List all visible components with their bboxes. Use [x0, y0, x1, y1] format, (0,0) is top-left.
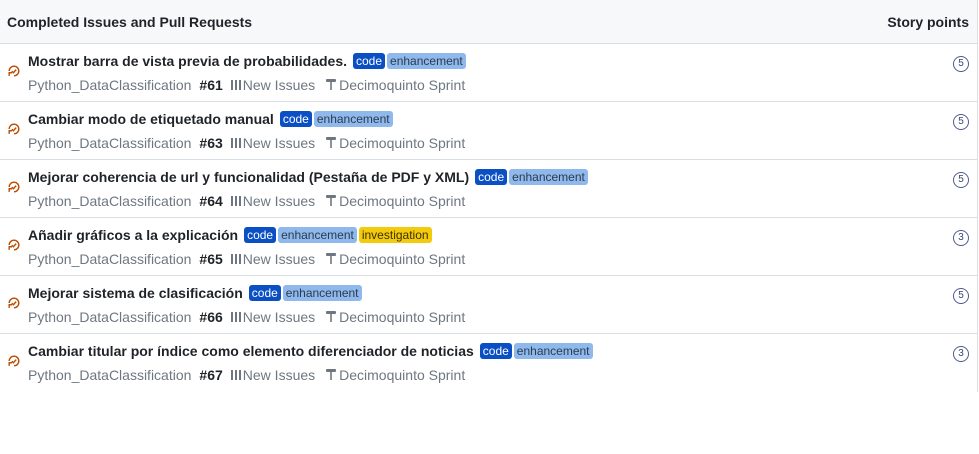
issue-title[interactable]: Mejorar sistema de clasificación [28, 285, 243, 301]
issue-repo[interactable]: Python_DataClassification [28, 367, 191, 383]
issue-row[interactable]: Mejorar sistema de clasificación code enha… [0, 276, 977, 334]
issue-repo[interactable]: Python_DataClassification [28, 251, 191, 267]
issue-meta-line: Python_DataClassification #63 New Issues De… [28, 135, 465, 151]
label-enhancement[interactable]: enhancement [282, 285, 362, 301]
label-enhancement[interactable]: enhancement [313, 111, 393, 127]
issue-title-line: Mejorar coherencia de url y funcionalida… [28, 169, 590, 185]
label-code[interactable]: code [475, 169, 508, 185]
closed-issue-icon [7, 64, 21, 78]
issue-milestone[interactable]: Decimoquinto Sprint [339, 77, 465, 93]
label-investigation[interactable]: investigation [358, 227, 432, 243]
issue-row[interactable]: Cambiar titular por índice como elemento… [0, 334, 977, 392]
story-points-badge: 5 [953, 114, 969, 130]
issue-milestone[interactable]: Decimoquinto Sprint [339, 193, 465, 209]
milestone-icon [325, 309, 337, 325]
milestone-icon [325, 77, 337, 93]
milestone-icon [325, 367, 337, 383]
closed-issue-icon [7, 354, 21, 368]
issue-meta-line: Python_DataClassification #65 New Issues De… [28, 251, 465, 267]
project-column-icon [230, 367, 241, 383]
label-code[interactable]: code [479, 343, 512, 359]
issue-title-line: Mejorar sistema de clasificación code enha… [28, 285, 364, 301]
issue-row[interactable]: Mostrar barra de vista previa de probabi… [0, 44, 977, 102]
issue-number[interactable]: #64 [199, 193, 222, 209]
issue-milestone[interactable]: Decimoquinto Sprint [339, 309, 465, 325]
closed-issue-icon [7, 296, 21, 310]
project-column-icon [230, 251, 241, 267]
label-code[interactable]: code [279, 111, 312, 127]
milestone-icon [325, 135, 337, 151]
story-points-badge: 3 [953, 230, 969, 246]
issue-row[interactable]: Cambiar modo de etiquetado manual code enh… [0, 102, 977, 160]
issue-number[interactable]: #66 [199, 309, 222, 325]
issue-meta-line: Python_DataClassification #64 New Issues De… [28, 193, 465, 209]
issue-pipeline: New Issues [242, 135, 316, 151]
issue-repo[interactable]: Python_DataClassification [28, 193, 191, 209]
issue-pipeline: New Issues [242, 251, 316, 267]
label-code[interactable]: code [248, 285, 281, 301]
issue-pipeline: New Issues [242, 367, 316, 383]
issue-title-line: Cambiar modo de etiquetado manual code enh… [28, 111, 395, 127]
issue-milestone[interactable]: Decimoquinto Sprint [339, 367, 465, 383]
label-enhancement[interactable]: enhancement [509, 169, 588, 185]
issue-number[interactable]: #61 [199, 77, 222, 93]
project-column-icon [230, 135, 241, 151]
label-enhancement[interactable]: enhancement [513, 343, 593, 359]
issue-number[interactable]: #63 [199, 135, 222, 151]
issue-row[interactable]: Mejorar coherencia de url y funcionalida… [0, 160, 977, 218]
issue-title[interactable]: Mostrar barra de vista previa de probabi… [28, 53, 347, 69]
story-points-badge: 5 [953, 172, 969, 188]
issue-title[interactable]: Mejorar coherencia de url y funcionalida… [28, 169, 469, 185]
issue-pipeline: New Issues [242, 193, 316, 209]
label-enhancement[interactable]: enhancement [278, 227, 357, 243]
label-code[interactable]: code [353, 53, 386, 69]
issue-meta-line: Python_DataClassification #61 New Issues De… [28, 77, 465, 93]
issue-title[interactable]: Cambiar titular por índice como elemento… [28, 343, 474, 359]
issue-number[interactable]: #67 [199, 367, 222, 383]
project-column-icon [230, 77, 241, 93]
story-points-header: Story points [887, 13, 969, 30]
issue-repo[interactable]: Python_DataClassification [28, 77, 191, 93]
milestone-icon [325, 251, 337, 267]
issue-pipeline: New Issues [242, 309, 316, 325]
issue-title-line: Añadir gráficos a la explicación code enha… [28, 227, 434, 243]
project-column-icon [230, 309, 241, 325]
issue-repo[interactable]: Python_DataClassification [28, 135, 191, 151]
milestone-icon [325, 193, 337, 209]
project-column-icon [230, 193, 241, 209]
issue-row[interactable]: Añadir gráficos a la explicación code enha… [0, 218, 977, 276]
issue-milestone[interactable]: Decimoquinto Sprint [339, 135, 465, 151]
closed-issue-icon [7, 238, 21, 252]
story-points-badge: 3 [953, 346, 969, 362]
issue-milestone[interactable]: Decimoquinto Sprint [339, 251, 465, 267]
issue-repo[interactable]: Python_DataClassification [28, 309, 191, 325]
story-points-badge: 5 [953, 288, 969, 304]
story-points-badge: 5 [953, 56, 969, 72]
label-enhancement[interactable]: enhancement [387, 53, 466, 69]
issue-pipeline: New Issues [242, 77, 316, 93]
issue-meta-line: Python_DataClassification #66 New Issues De… [28, 309, 465, 325]
issue-title-line: Mostrar barra de vista previa de probabi… [28, 53, 468, 69]
panel-title: Completed Issues and Pull Requests [7, 13, 253, 30]
issue-title[interactable]: Añadir gráficos a la explicación [28, 227, 238, 243]
closed-issue-icon [7, 180, 21, 194]
issue-title[interactable]: Cambiar modo de etiquetado manual [28, 111, 274, 127]
issue-title-line: Cambiar titular por índice como elemento… [28, 343, 595, 359]
issue-list: Mostrar barra de vista previa de probabi… [0, 44, 977, 392]
completed-issues-panel: Completed Issues and Pull Requests Story… [0, 0, 978, 392]
label-code[interactable]: code [244, 227, 277, 243]
closed-issue-icon [7, 122, 21, 136]
panel-header: Completed Issues and Pull Requests Story… [0, 0, 977, 44]
issue-meta-line: Python_DataClassification #67 New Issues De… [28, 367, 465, 383]
issue-number[interactable]: #65 [199, 251, 222, 267]
